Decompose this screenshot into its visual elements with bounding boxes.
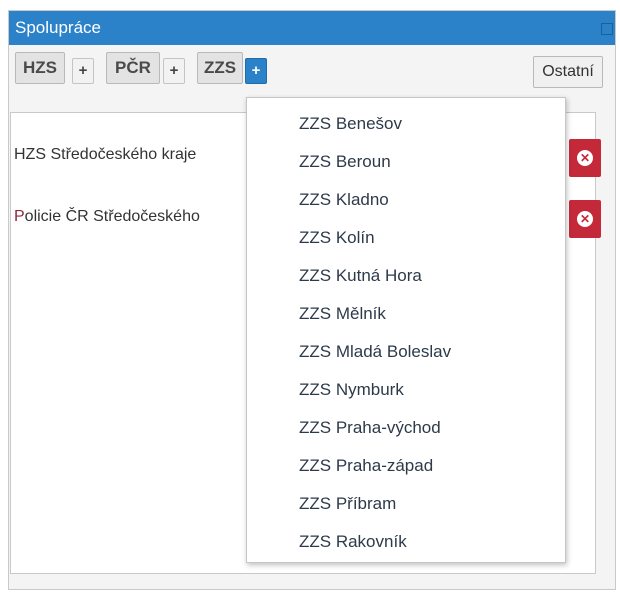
add-pcr-button[interactable]: + [163,58,185,84]
menu-item-zzs-rakovnik[interactable]: ZZS Rakovník [299,532,407,552]
menu-item-zzs-beroun[interactable]: ZZS Beroun [299,152,391,172]
remove-button[interactable]: ✕ [569,200,601,238]
add-zzs-button[interactable]: + [245,58,267,84]
menu-item-zzs-pribram[interactable]: ZZS Příbram [299,494,396,514]
panel-titlebar: Spolupráce [9,11,615,45]
list-item: HZS Středočeského kraje [14,146,196,164]
remove-circle-icon: ✕ [577,211,593,227]
group-chip-pcr[interactable]: PČR [106,52,160,84]
remove-button[interactable]: ✕ [569,139,601,177]
menu-item-zzs-kolin[interactable]: ZZS Kolín [299,228,375,248]
other-button[interactable]: Ostatní [533,56,603,88]
list-item-initial: P [14,208,25,225]
list-item-label: olicie ČR Středočeského [24,208,200,225]
group-chip-hzs[interactable]: HZS [15,52,65,84]
group-chip-zzs[interactable]: ZZS [197,52,243,84]
menu-item-zzs-kutna-hora[interactable]: ZZS Kutná Hora [299,266,422,286]
menu-item-zzs-kladno[interactable]: ZZS Kladno [299,190,389,210]
window-restore-icon[interactable] [601,23,613,35]
menu-item-zzs-nymburk[interactable]: ZZS Nymburk [299,380,404,400]
menu-item-zzs-praha-zapad[interactable]: ZZS Praha-západ [299,456,433,476]
add-hzs-button[interactable]: + [72,58,94,84]
panel-title: Spolupráce [15,18,102,37]
list-item-label: HZS Středočeského kraje [14,146,197,163]
remove-circle-icon: ✕ [577,150,593,166]
zzs-dropdown-menu: ZZS Benešov ZZS Beroun ZZS Kladno ZZS Ko… [246,97,566,563]
menu-item-zzs-mlada-boleslav[interactable]: ZZS Mladá Boleslav [299,342,451,362]
menu-item-zzs-praha-vychod[interactable]: ZZS Praha-východ [299,418,441,438]
list-item: Policie ČR Středočeského [14,208,200,226]
menu-item-zzs-benesov[interactable]: ZZS Benešov [299,114,402,134]
menu-item-zzs-melnik[interactable]: ZZS Mělník [299,304,386,324]
